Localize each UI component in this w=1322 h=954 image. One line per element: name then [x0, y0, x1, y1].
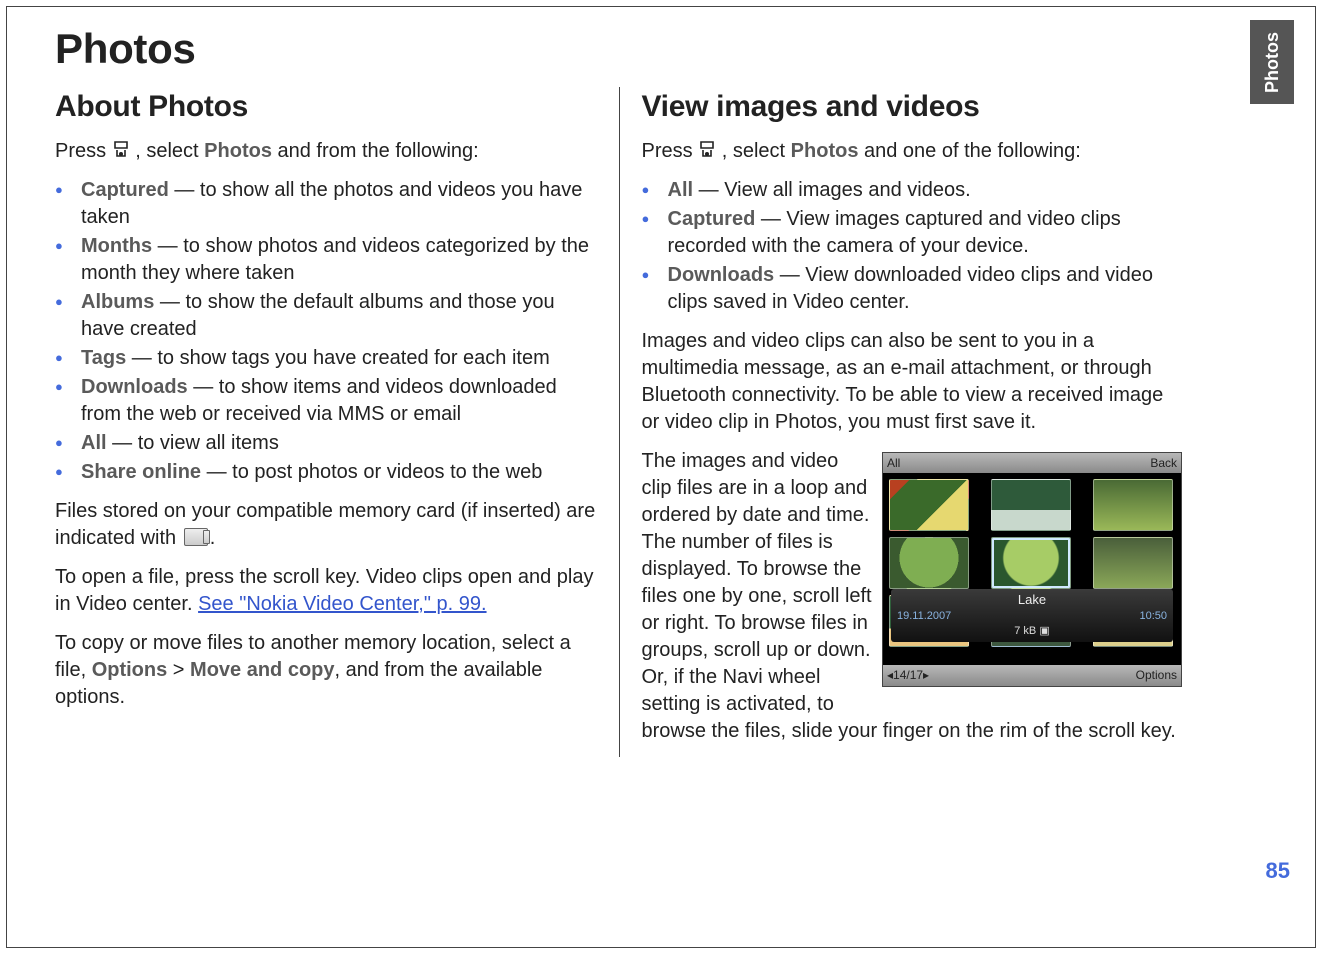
term-downloads: Downloads	[81, 376, 188, 398]
memory-card-icon	[184, 528, 208, 546]
screenshot-header-right: Back	[1150, 455, 1177, 471]
term-albums: Albums	[81, 291, 154, 313]
term-captured: Captured	[81, 179, 169, 201]
page-number: 85	[1266, 858, 1290, 884]
left-heading: About Photos	[55, 87, 599, 128]
caption-title: Lake	[897, 591, 1167, 609]
left-open-file: To open a file, press the scroll key. Vi…	[55, 564, 599, 618]
footer-options: Options	[1136, 667, 1177, 683]
column-left: About Photos Press , select Photos and f…	[55, 87, 619, 757]
term-move-and-copy: Move and copy	[190, 659, 334, 681]
device-screenshot: All Back Lake 19.11.20	[882, 452, 1182, 687]
term-all: All	[668, 179, 694, 201]
right-heading: View images and videos	[642, 87, 1183, 128]
term-months: Months	[81, 235, 152, 257]
term-share-online: Share online	[81, 461, 201, 483]
term-options: Options	[92, 659, 168, 681]
thumbnail-selected	[991, 537, 1071, 589]
side-tab-label: Photos	[1262, 32, 1283, 93]
menu-key-icon	[112, 140, 130, 160]
footer-counter: ◂14/17▸	[887, 667, 929, 683]
list-item: Months — to show photos and videos categ…	[55, 233, 599, 287]
left-copy-move: To copy or move files to another memory …	[55, 630, 599, 711]
list-item: Captured — View images captured and vide…	[642, 206, 1183, 260]
columns: About Photos Press , select Photos and f…	[55, 87, 1182, 757]
term-captured: Captured	[668, 208, 756, 230]
thumbnail	[1093, 537, 1173, 589]
list-item: Captured — to show all the photos and vi…	[55, 177, 599, 231]
thumbnail	[889, 479, 969, 531]
list-item: All — to view all items	[55, 430, 599, 457]
term-photos: Photos	[204, 140, 272, 162]
list-item: Tags — to show tags you have created for…	[55, 345, 599, 372]
list-item: Share online — to post photos or videos …	[55, 459, 599, 486]
right-list: All — View all images and videos. Captur…	[642, 177, 1183, 316]
page-title: Photos	[55, 25, 1182, 73]
term-all: All	[81, 432, 107, 454]
camera-icon: ▣	[1039, 625, 1049, 637]
caption-time: 10:50	[1139, 609, 1167, 624]
screenshot-caption: Lake 19.11.2007 10:50 7 kB ▣	[891, 589, 1173, 641]
caption-date: 19.11.2007	[897, 609, 951, 624]
list-item: Downloads — View downloaded video clips …	[642, 262, 1183, 316]
left-memory-card: Files stored on your compatible memory c…	[55, 498, 599, 552]
thumbnail	[889, 537, 969, 589]
list-item: Downloads — to show items and videos dow…	[55, 374, 599, 428]
screenshot-header: All Back	[883, 453, 1181, 473]
side-tab-photos: Photos	[1250, 20, 1294, 104]
caption-size: 7 kB	[1014, 625, 1036, 637]
screenshot-header-left: All	[887, 455, 900, 471]
page-content: Photos About Photos Press , select Photo…	[55, 25, 1182, 914]
thumbnail	[991, 479, 1071, 531]
right-p2: Images and video clips can also be sent …	[642, 328, 1183, 436]
term-downloads: Downloads	[668, 264, 775, 286]
term-photos: Photos	[791, 140, 859, 162]
left-intro: Press , select Photos and from the follo…	[55, 138, 599, 165]
thumbnail	[1093, 479, 1173, 531]
list-item: Albums — to show the default albums and …	[55, 289, 599, 343]
screenshot-footer: ◂14/17▸ Options	[883, 665, 1181, 685]
column-right: View images and videos Press , select Ph…	[619, 87, 1183, 757]
list-item: All — View all images and videos.	[642, 177, 1183, 204]
right-intro: Press , select Photos and one of the fol…	[642, 138, 1183, 165]
menu-key-icon	[698, 140, 716, 160]
term-tags: Tags	[81, 347, 126, 369]
link-video-center[interactable]: See "Nokia Video Center," p. 99.	[198, 593, 486, 615]
left-list: Captured — to show all the photos and vi…	[55, 177, 599, 486]
